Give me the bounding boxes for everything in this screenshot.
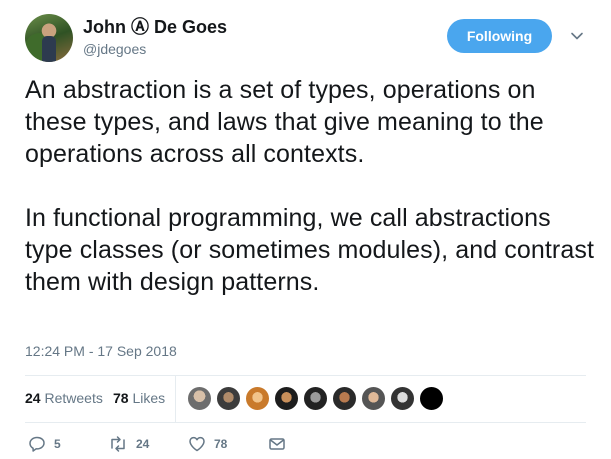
author-avatar[interactable] [25,14,73,62]
retweets-stat[interactable]: 24 Retweets [25,390,103,406]
liker-avatar[interactable] [332,386,357,411]
tweet-paragraph: An abstraction is a set of types, operat… [25,76,544,168]
envelope-icon [268,435,286,453]
reply-count: 5 [54,437,61,451]
retweets-count: 24 [25,390,41,406]
retweet-count: 24 [136,437,150,451]
direct-message-button[interactable] [268,434,286,454]
like-count: 78 [214,437,228,451]
author-name-block: John Ⓐ De Goes @jdegoes [83,16,227,58]
heart-icon [188,435,206,453]
tweet-stats: 24 Retweets 78 Likes [25,376,586,422]
tweet-text: An abstraction is a set of types, operat… [25,74,595,298]
likes-stat[interactable]: 78 Likes [113,390,165,406]
tweet-actions: 5 24 78 [28,434,328,456]
liker-avatar[interactable] [274,386,299,411]
liker-avatar[interactable] [303,386,328,411]
liker-avatar[interactable] [187,386,212,411]
likes-label: Likes [132,390,166,406]
author-handle[interactable]: @jdegoes [83,40,227,58]
retweet-button[interactable]: 24 [108,434,149,454]
tweet-header: John Ⓐ De Goes @jdegoes Following [25,14,590,62]
following-button[interactable]: Following [447,19,552,53]
divider [25,422,586,423]
author-display-name[interactable]: John Ⓐ De Goes [83,16,227,38]
liker-avatar[interactable] [419,386,444,411]
chevron-down-icon[interactable] [569,28,585,44]
tweet-paragraph: In functional programming, we call abstr… [25,204,595,296]
liker-avatar[interactable] [361,386,386,411]
tweet-timestamp[interactable]: 12:24 PM - 17 Sep 2018 [25,343,177,359]
like-button[interactable]: 78 [188,434,227,454]
liker-avatar[interactable] [245,386,270,411]
retweet-icon [108,435,128,453]
retweets-label: Retweets [44,390,103,406]
liker-avatar[interactable] [390,386,415,411]
stats-separator [175,376,176,422]
reply-icon [28,435,46,453]
reply-button[interactable]: 5 [28,434,61,454]
likes-count: 78 [113,390,129,406]
liker-avatar[interactable] [216,386,241,411]
